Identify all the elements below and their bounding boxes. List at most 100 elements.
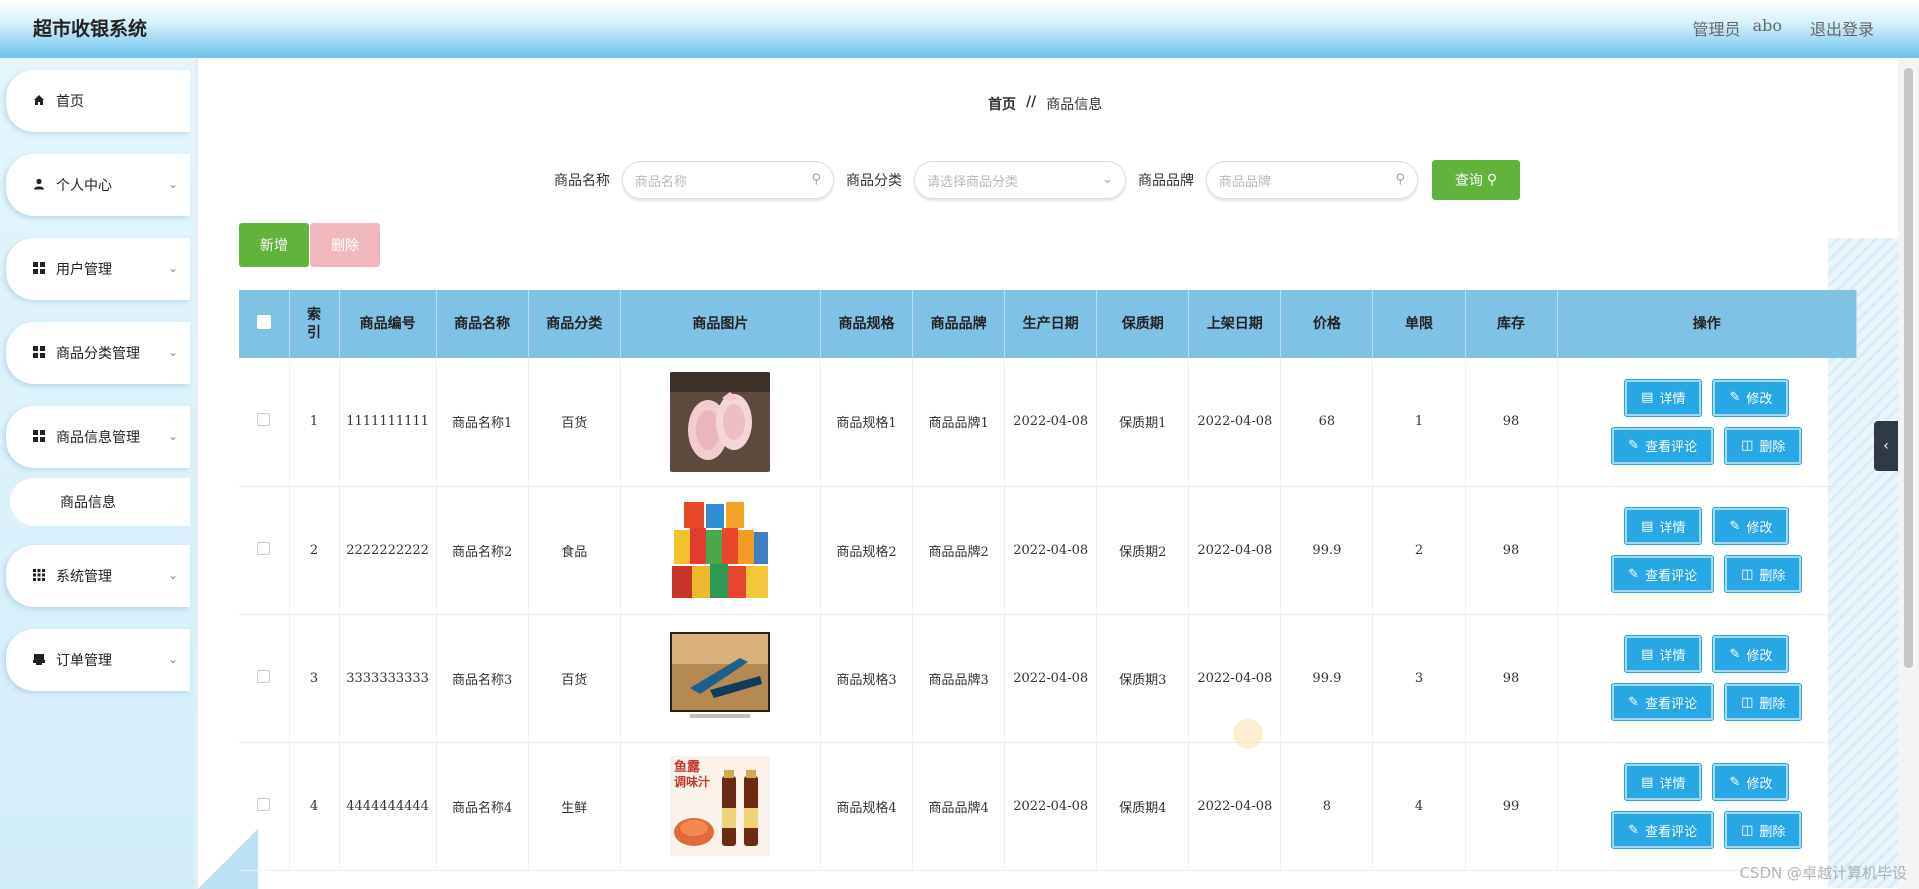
cell-limit: 4 <box>1372 742 1466 871</box>
delete-label: 删除 <box>1759 568 1786 584</box>
sidebar-item-orders[interactable]: 订单管理 ⌄ <box>6 629 190 691</box>
vertical-scrollbar[interactable] <box>1898 58 1919 889</box>
product-image-pink-shoes <box>670 371 771 472</box>
cell-index: 1 <box>289 358 340 487</box>
name-search-input[interactable]: 商品名称 ⚲ <box>622 161 834 199</box>
panel-toggle-button[interactable]: ‹ <box>1874 421 1898 471</box>
view-comments-button[interactable]: ✎ 查看评论 <box>1611 683 1715 721</box>
edit-button[interactable]: ✎ 修改 <box>1712 763 1790 801</box>
cell-list-date: 2022-04-08 <box>1188 486 1282 615</box>
detail-button[interactable]: ▤ 详情 <box>1624 763 1703 801</box>
edit-button[interactable]: ✎ 修改 <box>1712 635 1790 673</box>
cell-image <box>620 614 821 743</box>
search-bar: 商品名称 商品名称 ⚲ 商品分类 请选择商品分类 ⌄ 商品品牌 商品品牌 ⚲ 查… <box>554 160 1520 200</box>
table-row: 2 2222222222 商品名称2 食品 商品规格2 商品品牌2 2022-0… <box>239 486 1858 615</box>
view-comments-button[interactable]: ✎ 查看评论 <box>1611 811 1715 849</box>
detail-button[interactable]: ▤ 详情 <box>1624 507 1703 545</box>
chevron-down-icon: ⌄ <box>167 568 178 582</box>
comments-label: 查看评论 <box>1645 568 1698 584</box>
edit-label: 修改 <box>1746 648 1773 664</box>
user-name: abo <box>1752 16 1782 35</box>
brand-search-placeholder: 商品品牌 <box>1219 174 1272 190</box>
cell-actions: ▤ 详情 ✎ 修改 ✎ 查看评论 ◫ 删除 <box>1557 358 1858 487</box>
column-header: 商品分类 <box>528 290 621 358</box>
edit-button[interactable]: ✎ 修改 <box>1712 507 1790 545</box>
view-comments-button[interactable]: ✎ 查看评论 <box>1611 426 1715 465</box>
sidebar-item-label: 个人中心 <box>56 178 112 194</box>
column-header: 上架日期 <box>1188 290 1282 358</box>
row-checkbox[interactable] <box>257 413 271 427</box>
brand-search-input[interactable]: 商品品牌 ⚲ <box>1206 161 1418 199</box>
cell-code: 2222222222 <box>339 486 437 615</box>
cell-category: 食品 <box>528 486 621 615</box>
cell-spec: 商品规格1 <box>820 358 914 487</box>
chevron-down-icon: ⌄ <box>1102 172 1113 187</box>
query-button[interactable]: 查询 ⚲ <box>1432 160 1520 200</box>
detail-button[interactable]: ▤ 详情 <box>1624 635 1703 673</box>
cell-price: 68 <box>1280 358 1374 487</box>
cell-stock: 99 <box>1465 742 1558 871</box>
table-row: 3 3333333333 商品名称3 百货 商品规格3 商品品牌3 2022-0… <box>239 614 1858 743</box>
category-select-label: 商品分类 <box>846 173 902 189</box>
trash-icon: ◫ <box>1741 438 1754 454</box>
chevron-down-icon: ⌄ <box>167 429 178 443</box>
column-header: 价格 <box>1280 290 1374 358</box>
cell-spec: 商品规格2 <box>820 486 914 615</box>
select-all-checkbox[interactable] <box>256 314 271 329</box>
sidebar-item-profile[interactable]: 个人中心 ⌄ <box>6 154 190 216</box>
delete-button[interactable]: ◫ 删除 <box>1724 555 1803 593</box>
delete-button[interactable]: ◫ 删除 <box>1724 811 1803 849</box>
document-icon: ▤ <box>1641 646 1654 662</box>
cell-brand: 商品品牌3 <box>912 614 1006 743</box>
sidebar-item-users[interactable]: 用户管理 ⌄ <box>6 238 190 300</box>
cell-image: 鱼露 调味汁 <box>620 742 821 871</box>
row-checkbox[interactable] <box>257 669 271 683</box>
row-checkbox-cell[interactable] <box>239 614 290 743</box>
row-checkbox-cell[interactable] <box>239 486 290 615</box>
sidebar-item-system[interactable]: 系统管理 ⌄ <box>6 545 190 607</box>
delete-button[interactable]: ◫ 删除 <box>1724 683 1803 721</box>
sidebar-item-label: 用户管理 <box>56 262 112 278</box>
row-checkbox[interactable] <box>257 541 271 555</box>
edit-icon: ✎ <box>1628 566 1640 582</box>
breadcrumb-home[interactable]: 首页 <box>988 94 1016 114</box>
cell-index: 3 <box>289 614 340 743</box>
scrollbar-thumb[interactable] <box>1904 68 1913 668</box>
row-checkbox-cell[interactable] <box>239 358 290 487</box>
view-comments-button[interactable]: ✎ 查看评论 <box>1611 555 1715 593</box>
sidebar-subitem-product-info[interactable]: 商品信息 <box>10 478 190 526</box>
product-image-snack-bags <box>670 500 771 600</box>
cell-name: 商品名称2 <box>436 486 529 615</box>
comments-label: 查看评论 <box>1645 696 1698 712</box>
grid-icon <box>32 429 46 445</box>
row-checkbox[interactable] <box>257 797 271 811</box>
edit-icon: ✎ <box>1628 438 1640 454</box>
sidebar-item-home[interactable]: 首页 <box>6 70 190 132</box>
edit-button[interactable]: ✎ 修改 <box>1712 378 1790 417</box>
detail-button[interactable]: ▤ 详情 <box>1624 378 1703 417</box>
cell-actions: ▤ 详情 ✎ 修改 ✎ 查看评论 ◫ 删除 <box>1557 742 1858 871</box>
grid-icon <box>32 345 46 361</box>
printer-icon <box>32 653 46 668</box>
add-button[interactable]: 新增 <box>239 223 309 267</box>
sidebar-item-categories[interactable]: 商品分类管理 ⌄ <box>6 322 190 384</box>
row-checkbox-cell[interactable] <box>239 742 290 871</box>
category-select[interactable]: 请选择商品分类 ⌄ <box>914 161 1126 199</box>
top-header: 超市收银系统 管理员 abo 退出登录 <box>0 0 1919 58</box>
cell-prod-date: 2022-04-08 <box>1004 358 1098 487</box>
column-header: 商品名称 <box>436 290 529 358</box>
breadcrumb-current: 商品信息 <box>1046 97 1103 113</box>
edit-icon: ✎ <box>1729 390 1741 406</box>
cell-actions: ▤ 详情 ✎ 修改 ✎ 查看评论 ◫ 删除 <box>1557 486 1858 615</box>
name-search-placeholder: 商品名称 <box>635 174 688 190</box>
cell-spec: 商品规格4 <box>820 742 914 871</box>
user-icon <box>32 178 46 193</box>
sidebar-item-label: 商品信息管理 <box>56 430 140 446</box>
sidebar-item-products[interactable]: 商品信息管理 ⌄ <box>6 406 190 468</box>
delete-button[interactable]: ◫ 删除 <box>1724 426 1803 465</box>
bulk-delete-button[interactable]: 删除 <box>310 223 380 267</box>
select-all-checkbox-cell[interactable] <box>239 290 290 358</box>
search-icon: ⚲ <box>1395 172 1405 187</box>
app-title: 超市收银系统 <box>33 18 148 40</box>
logout-link[interactable]: 退出登录 <box>1810 16 1874 40</box>
